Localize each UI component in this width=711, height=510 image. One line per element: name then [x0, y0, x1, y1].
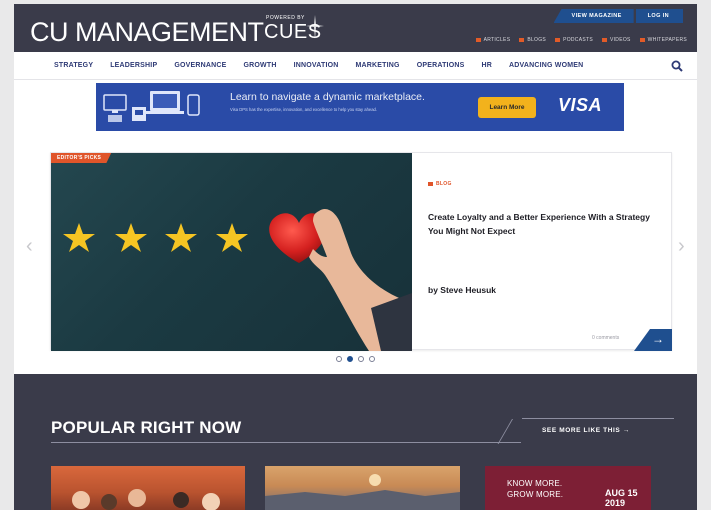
- carousel-next-arrow-icon[interactable]: ›: [678, 235, 685, 258]
- podcasts-label: PODCASTS: [563, 37, 593, 43]
- blog-icon: [428, 182, 433, 186]
- search-icon[interactable]: [671, 60, 683, 72]
- videos-link[interactable]: VIDEOS: [601, 37, 631, 43]
- popular-card-3-promo[interactable]: KNOW MORE. GROW MORE. AUG 15 2019: [485, 466, 651, 510]
- visa-ad-banner[interactable]: Learn to navigate a dynamic marketplace.…: [96, 83, 624, 131]
- stars-and-heart-illustration: [63, 208, 412, 351]
- promo-date-day: AUG 15: [605, 488, 638, 498]
- nav-item-operations[interactable]: OPERATIONS: [417, 62, 465, 69]
- popular-section-title: POPULAR RIGHT NOW: [51, 418, 242, 437]
- popular-section: POPULAR RIGHT NOW SEE MORE LIKE THIS → K: [14, 374, 697, 510]
- blogs-link[interactable]: BLOGS: [519, 37, 546, 43]
- whitepapers-link[interactable]: WHITEPAPERS: [639, 37, 687, 43]
- article-byline: by Steve Heusuk: [428, 285, 497, 295]
- arrow-right-icon: →: [652, 332, 664, 346]
- nav-item-innovation[interactable]: INNOVATION: [294, 62, 339, 69]
- nav-item-advancing-women[interactable]: ADVANCING WOMEN: [509, 62, 583, 69]
- articles-label: ARTICLES: [483, 37, 511, 43]
- nav-items: STRATEGY LEADERSHIP GOVERNANCE GROWTH IN…: [54, 62, 600, 69]
- site-logo[interactable]: CU MANAGEMENT: [30, 17, 264, 48]
- whitepapers-label: WHITEPAPERS: [647, 37, 687, 43]
- nav-item-marketing[interactable]: MARKETING: [356, 62, 400, 69]
- browser-page: CU MANAGEMENT POWERED BY CUES VIEW MAGAZ…: [14, 4, 697, 510]
- popular-card-1[interactable]: [51, 466, 245, 510]
- site-header: CU MANAGEMENT POWERED BY CUES VIEW MAGAZ…: [14, 4, 697, 52]
- landscape-photo-thumbnail: [265, 474, 460, 510]
- devices-illustration-icon: [103, 91, 200, 122]
- content-type-links: ARTICLES BLOGS PODCASTS VIDEOS WHITEPAPE…: [475, 37, 687, 43]
- promo-date-year: 2019: [605, 498, 626, 508]
- blogs-label: BLOGS: [527, 37, 547, 43]
- account-pills: VIEW MAGAZINE LOG IN: [553, 9, 683, 23]
- main-nav: STRATEGY LEADERSHIP GOVERNANCE GROWTH IN…: [14, 52, 697, 80]
- carousel-dot-3[interactable]: [358, 356, 364, 362]
- featured-slide-text: BLOG Create Loyalty and a Better Experie…: [412, 153, 673, 351]
- promo-text: KNOW MORE. GROW MORE.: [507, 478, 563, 500]
- nav-item-hr[interactable]: HR: [481, 62, 492, 69]
- see-more-button[interactable]: SEE MORE LIKE THIS →: [497, 418, 674, 444]
- videos-icon: [601, 38, 607, 42]
- see-more-label: SEE MORE LIKE THIS →: [542, 427, 630, 434]
- carousel-dot-1[interactable]: [336, 356, 342, 362]
- ad-learn-more-button[interactable]: Learn More: [478, 97, 536, 118]
- promo-date: AUG 15 2019: [605, 488, 638, 508]
- featured-slide-image[interactable]: EDITOR'S PICKS: [51, 153, 412, 351]
- category-tag[interactable]: BLOG: [428, 181, 452, 187]
- featured-slide[interactable]: EDITOR'S PICKS BLOG Create Loyalty and a…: [50, 152, 673, 351]
- carousel-dot-2[interactable]: [347, 356, 353, 362]
- read-article-button[interactable]: →: [634, 329, 672, 351]
- ad-subtext: Visa DPS has the expertise, innovation, …: [230, 107, 378, 112]
- videos-label: VIDEOS: [609, 37, 631, 43]
- nav-item-strategy[interactable]: STRATEGY: [54, 62, 93, 69]
- nav-item-growth[interactable]: GROWTH: [244, 62, 277, 69]
- carousel-dot-4[interactable]: [369, 356, 375, 362]
- cues-star-icon: [306, 15, 324, 39]
- podcasts-icon: [555, 38, 561, 42]
- promo-line-1: KNOW MORE.: [507, 479, 563, 488]
- article-headline[interactable]: Create Loyalty and a Better Experience W…: [428, 210, 654, 238]
- section-divider: [51, 442, 521, 443]
- people-photo-thumbnail: [72, 489, 220, 510]
- whitepapers-icon: [639, 38, 645, 42]
- log-in-button[interactable]: LOG IN: [635, 9, 683, 23]
- nav-item-governance[interactable]: GOVERNANCE: [174, 62, 226, 69]
- category-label: BLOG: [436, 181, 452, 187]
- visa-logo: VISA: [558, 95, 603, 115]
- see-more-slant: [497, 419, 526, 444]
- articles-icon: [475, 38, 481, 42]
- promo-line-2: GROW MORE.: [507, 490, 564, 499]
- articles-link[interactable]: ARTICLES: [475, 37, 511, 43]
- carousel-prev-arrow-icon[interactable]: ‹: [26, 235, 33, 258]
- nav-item-leadership[interactable]: LEADERSHIP: [110, 62, 157, 69]
- popular-card-2[interactable]: [265, 466, 460, 510]
- view-magazine-button[interactable]: VIEW MAGAZINE: [553, 9, 634, 23]
- comments-count[interactable]: 0 comments: [592, 335, 619, 341]
- blogs-icon: [519, 38, 525, 42]
- carousel-pagination: [336, 356, 375, 362]
- editors-picks-tag: EDITOR'S PICKS: [51, 153, 112, 163]
- podcasts-link[interactable]: PODCASTS: [555, 37, 593, 43]
- ad-headline: Learn to navigate a dynamic marketplace.: [230, 91, 425, 103]
